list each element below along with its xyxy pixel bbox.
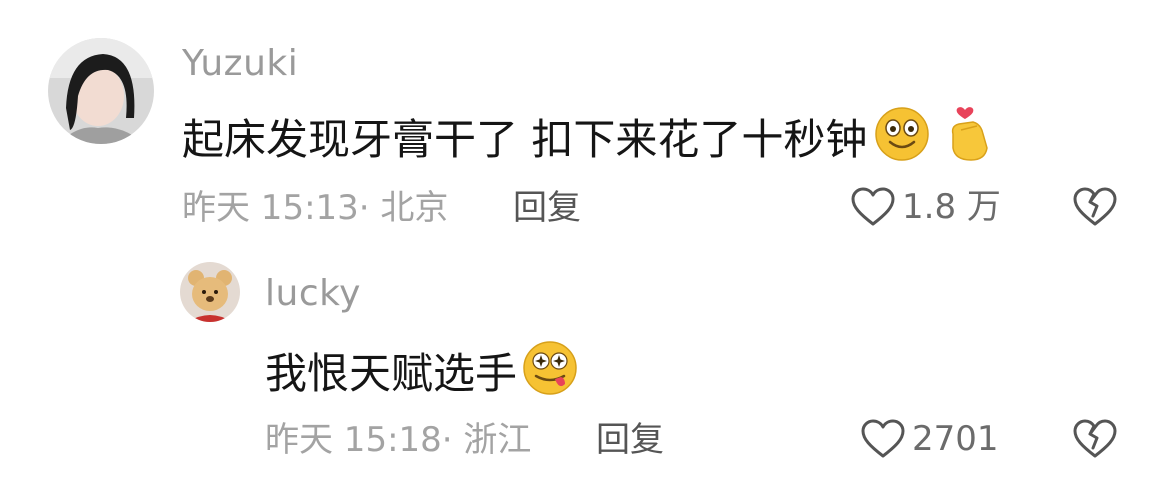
broken-heart-icon: [1073, 419, 1117, 458]
heart-outline-icon: [861, 419, 905, 458]
avatar[interactable]: [180, 262, 240, 322]
broken-heart-icon: [1073, 187, 1117, 226]
comment-text-row: 我恨天赋选手: [265, 338, 579, 409]
comment-meta: 昨天 15:13· 北京: [182, 188, 449, 228]
comment-text-row: 起床发现牙膏干了 扣下来花了十秒钟: [182, 104, 993, 175]
dislike-button[interactable]: [1072, 186, 1118, 232]
comment-meta: 昨天 15:18· 浙江: [265, 420, 532, 460]
comment-text: 我恨天赋选手: [265, 348, 518, 398]
like-count: 2701: [912, 419, 999, 459]
comment-text: 起床发现牙膏干了 扣下来花了十秒钟: [182, 114, 868, 164]
heart-outline-icon: [851, 187, 895, 226]
like-button[interactable]: 2701: [860, 418, 999, 460]
smiling-face-emoji-icon: [873, 104, 931, 175]
reply-button[interactable]: 回复: [513, 188, 581, 228]
dislike-button[interactable]: [1072, 418, 1118, 464]
zany-star-eyes-emoji-icon: [521, 338, 579, 409]
comment-username[interactable]: Yuzuki: [182, 44, 298, 84]
like-button[interactable]: 1.8 万: [850, 186, 1001, 228]
reply-button[interactable]: 回复: [596, 420, 664, 460]
comment-username[interactable]: lucky: [265, 274, 361, 314]
finger-heart-emoji-icon: [943, 104, 993, 175]
like-count: 1.8 万: [902, 187, 1001, 227]
avatar[interactable]: [48, 38, 154, 144]
